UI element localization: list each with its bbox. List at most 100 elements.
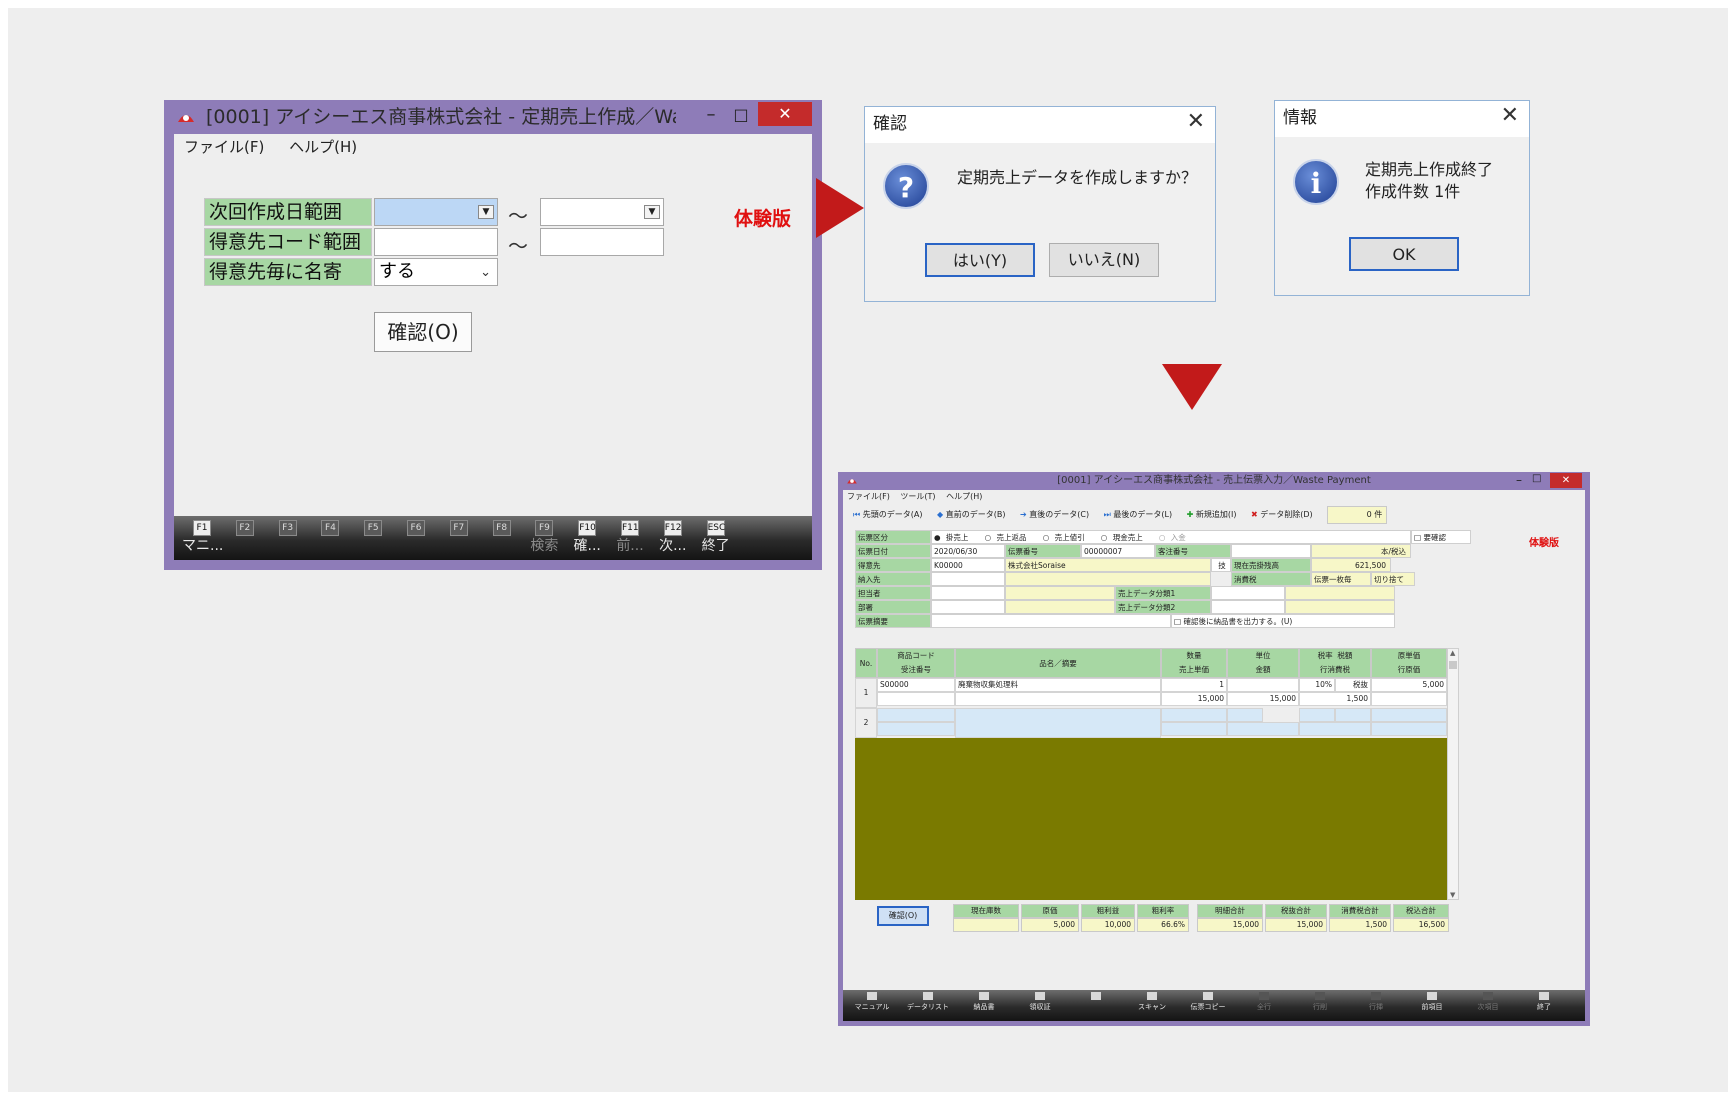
- radio-cash-sale[interactable]: ○ 現金売上: [1101, 533, 1143, 542]
- order-number-cell[interactable]: [877, 722, 955, 736]
- needs-check-checkbox[interactable]: □ 要確認: [1411, 530, 1471, 544]
- yes-button[interactable]: はい(Y): [925, 243, 1035, 277]
- fkey-f2[interactable]: F2: [225, 520, 265, 560]
- memo-input[interactable]: [931, 614, 1171, 628]
- customer-code-input[interactable]: K00000: [931, 558, 1005, 572]
- close-icon[interactable]: ✕: [1187, 109, 1205, 134]
- fkey-button[interactable]: 納品書: [959, 992, 1009, 1020]
- fkey-esc[interactable]: ESC 終了: [696, 520, 736, 560]
- fkey-f11[interactable]: F11 前...: [610, 520, 650, 560]
- fkey-f1[interactable]: F1 マニ...: [182, 520, 223, 560]
- scroll-up-icon[interactable]: ▲: [1450, 649, 1455, 657]
- customer-lookup-button[interactable]: 技: [1211, 558, 1231, 572]
- tax-rate-cell[interactable]: 10%: [1299, 678, 1335, 692]
- radio-credit-sale[interactable]: ● 掛売上: [934, 533, 968, 542]
- unit-price-cell[interactable]: 15,000: [1161, 692, 1227, 706]
- print-delivery-checkbox[interactable]: □ 確認後に納品書を出力する。(U): [1171, 614, 1395, 628]
- close-button[interactable]: ✕: [1550, 473, 1582, 488]
- fkey-button[interactable]: [1071, 992, 1121, 1020]
- merge-by-customer-select[interactable]: する ⌄: [374, 258, 498, 286]
- fkey-button[interactable]: 領収証: [1015, 992, 1065, 1020]
- last-record-button[interactable]: ⏭ 最後のデータ(L): [1104, 510, 1178, 519]
- window-titlebar[interactable]: [0001] アイシーエス商事株式会社 - 売上伝票入力／Waste Payme…: [838, 472, 1590, 490]
- confirm-button[interactable]: 確認(O): [877, 906, 929, 926]
- close-button[interactable]: ✕: [758, 102, 812, 126]
- next-record-button[interactable]: ➔ 直後のデータ(C): [1020, 510, 1095, 519]
- menu-help[interactable]: ヘルプ(H): [289, 138, 357, 156]
- tax-kind-cell[interactable]: 税抜: [1335, 678, 1371, 692]
- scroll-thumb[interactable]: [1449, 661, 1457, 669]
- customer-code-from-input[interactable]: [374, 228, 498, 256]
- fkey-button[interactable]: 終了: [1519, 992, 1569, 1020]
- qty-cell[interactable]: [1161, 708, 1227, 722]
- fkey-f7[interactable]: F7: [439, 520, 479, 560]
- menu-file[interactable]: ファイル(F): [184, 138, 264, 156]
- close-icon[interactable]: ✕: [1501, 103, 1519, 128]
- class2-input[interactable]: [1211, 600, 1285, 614]
- confirm-button[interactable]: 確認(O): [374, 312, 472, 352]
- no-button[interactable]: いいえ(N): [1049, 243, 1159, 277]
- class1-input[interactable]: [1211, 586, 1285, 600]
- fkey-f5[interactable]: F5: [353, 520, 393, 560]
- cost-price-cell[interactable]: 5,000: [1371, 678, 1447, 692]
- next-date-from-combo[interactable]: ▼: [374, 198, 498, 226]
- fkey-button[interactable]: データリスト: [903, 992, 953, 1020]
- fkey-button[interactable]: マニュアル: [847, 992, 897, 1020]
- delivery-code-input[interactable]: [931, 572, 1005, 586]
- menu-help[interactable]: ヘルプ(H): [946, 492, 982, 501]
- fkey-button[interactable]: 行削: [1295, 992, 1345, 1020]
- radio-sales-discount[interactable]: ○ 売上値引: [1043, 533, 1085, 542]
- minimize-button[interactable]: –: [1516, 473, 1522, 487]
- ok-button[interactable]: OK: [1349, 237, 1459, 271]
- fkey-button[interactable]: スキャン: [1127, 992, 1177, 1020]
- fkey-button[interactable]: 全行: [1239, 992, 1289, 1020]
- slip-type-radio-group[interactable]: ● 掛売上 ○ 売上返品 ○ 売上値引 ○ 現金売上 ○ 入金: [931, 530, 1411, 544]
- prev-record-button[interactable]: ◆ 直前のデータ(B): [937, 510, 1011, 519]
- radio-sales-return[interactable]: ○ 売上返品: [985, 533, 1027, 542]
- slip-number-input[interactable]: 00000007: [1081, 544, 1155, 558]
- unit-cell[interactable]: [1227, 678, 1299, 692]
- product-code-cell[interactable]: [877, 708, 955, 722]
- fkey-button[interactable]: 次項目: [1463, 992, 1513, 1020]
- chevron-down-icon[interactable]: ▼: [644, 205, 660, 219]
- product-name-cell[interactable]: 廃棄物収集処理料: [955, 678, 1161, 692]
- fkey-f4[interactable]: F4: [310, 520, 350, 560]
- radio-payment[interactable]: ○ 入金: [1159, 533, 1186, 542]
- tax-rate-cell[interactable]: [1299, 708, 1335, 722]
- fkey-f8[interactable]: F8: [482, 520, 522, 560]
- product-name-cell[interactable]: [955, 708, 1161, 738]
- maximize-button[interactable]: □: [726, 104, 756, 128]
- chevron-down-icon[interactable]: ▼: [478, 205, 494, 219]
- fkey-f10[interactable]: F10 確...: [567, 520, 607, 560]
- customer-order-input[interactable]: [1231, 544, 1311, 558]
- cost-price-cell[interactable]: [1371, 708, 1447, 722]
- fkey-f9[interactable]: F9 検索: [524, 520, 564, 560]
- unit-cell[interactable]: [1227, 708, 1263, 722]
- unit-price-cell[interactable]: [1161, 722, 1227, 736]
- detail-scrollbar[interactable]: ▲ ▼: [1447, 648, 1459, 900]
- staff-code-input[interactable]: [931, 586, 1005, 600]
- first-record-button[interactable]: ⏮ 先頭のデータ(A): [853, 510, 928, 519]
- fkey-button[interactable]: 伝票コピー: [1183, 992, 1233, 1020]
- fkey-button[interactable]: 行挿: [1351, 992, 1401, 1020]
- product-code-cell[interactable]: S00000: [877, 678, 955, 692]
- maximize-button[interactable]: □: [1532, 473, 1541, 484]
- tax-kind-cell[interactable]: [1335, 708, 1371, 722]
- fkey-f12[interactable]: F12 次...: [653, 520, 693, 560]
- fkey-button[interactable]: 前項目: [1407, 992, 1457, 1020]
- menu-tools[interactable]: ツール(T): [900, 492, 935, 501]
- customer-code-to-input[interactable]: [540, 228, 664, 256]
- memo-cell[interactable]: [955, 692, 1161, 706]
- fkey-f3[interactable]: F3: [268, 520, 308, 560]
- minimize-button[interactable]: –: [696, 104, 726, 128]
- menu-file[interactable]: ファイル(F): [847, 492, 890, 501]
- delete-record-button[interactable]: ✖ データ削除(D): [1251, 510, 1319, 519]
- slip-date-input[interactable]: 2020/06/30: [931, 544, 1005, 558]
- next-date-to-combo[interactable]: ▼: [540, 198, 664, 226]
- fkey-f6[interactable]: F6: [396, 520, 436, 560]
- department-code-input[interactable]: [931, 600, 1005, 614]
- qty-cell[interactable]: 1: [1161, 678, 1227, 692]
- scroll-down-icon[interactable]: ▼: [1450, 891, 1455, 899]
- order-number-cell[interactable]: [877, 692, 955, 706]
- add-record-button[interactable]: ✚ 新規追加(I): [1187, 510, 1243, 519]
